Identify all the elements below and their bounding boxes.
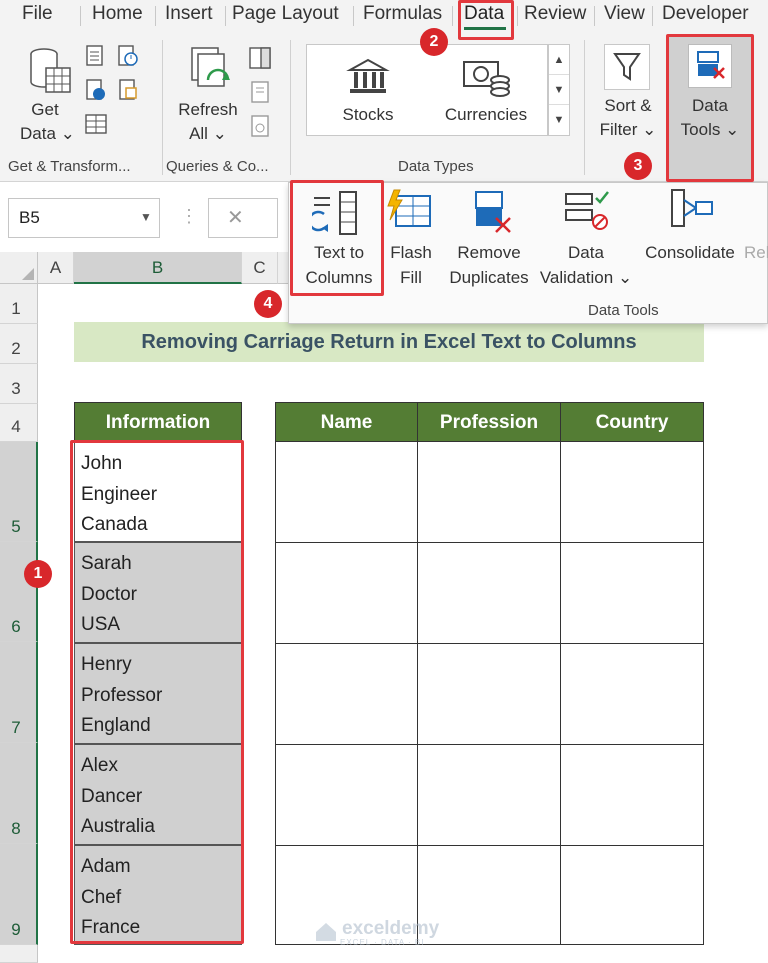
stocks-bank-icon [346, 58, 390, 93]
scroll-up-icon[interactable]: ▲ [549, 45, 569, 75]
cancel-entry-button[interactable]: ✕ [208, 198, 278, 238]
tab-developer[interactable]: Developer [662, 3, 749, 25]
tab-home[interactable]: Home [92, 3, 143, 25]
get-data-button[interactable]: Get Data ⌄ [20, 98, 75, 146]
column-header-b[interactable]: B [74, 252, 242, 284]
highlight-data-tools [666, 34, 754, 182]
output-cell[interactable] [275, 744, 418, 846]
scroll-down-icon[interactable]: ▼ [549, 75, 569, 105]
output-cell[interactable] [560, 744, 704, 846]
row-header-5[interactable]: 5 [0, 442, 38, 542]
header-name[interactable]: Name [275, 402, 418, 442]
recent-sources-icon[interactable] [116, 44, 140, 68]
highlight-info-range [70, 440, 244, 944]
callout-badge-4: 4 [254, 290, 282, 318]
filter-funnel-icon [613, 53, 641, 81]
tab-view[interactable]: View [604, 3, 645, 25]
row-header-2[interactable]: 2 [0, 324, 38, 364]
output-cell[interactable] [560, 643, 704, 745]
select-all-triangle-icon [22, 268, 34, 280]
from-web-icon[interactable] [84, 78, 108, 102]
output-cell[interactable] [560, 441, 704, 543]
edit-links-icon[interactable] [248, 114, 272, 138]
menu-bar: File Home Insert Page Layout Formulas Da… [0, 0, 768, 30]
exceldemy-logo-icon [316, 923, 336, 941]
row-header-8[interactable]: 8 [0, 743, 38, 844]
column-header-a[interactable]: A [38, 252, 74, 284]
callout-badge-1: 1 [24, 560, 52, 588]
data-validation-button[interactable]: Data Validation ⌄ [536, 240, 636, 290]
sheet-title: Removing Carriage Return in Excel Text t… [74, 322, 704, 362]
output-cell[interactable] [417, 643, 561, 745]
output-cell[interactable] [560, 845, 704, 945]
data-validation-icon [565, 191, 609, 230]
output-cell[interactable] [417, 441, 561, 543]
remove-duplicates-button[interactable]: Remove Duplicates [446, 240, 532, 290]
tab-insert[interactable]: Insert [165, 3, 213, 25]
output-cell[interactable] [275, 542, 418, 644]
watermark-tagline: EXCEL · DATA · BI [340, 938, 425, 947]
from-table-icon[interactable] [84, 112, 108, 136]
sort-filter-button[interactable]: Sort & Filter ⌄ [596, 94, 660, 142]
chevron-down-icon[interactable]: ▼ [140, 210, 152, 224]
header-profession[interactable]: Profession [417, 402, 561, 442]
group-get-transform: Get & Transform... [8, 158, 131, 175]
watermark-brand: exceldemy [342, 918, 440, 939]
refresh-all-button[interactable]: Refresh All ⌄ [176, 98, 240, 146]
tab-file[interactable]: File [22, 3, 53, 25]
more-dots-icon: ⋮ [180, 206, 198, 226]
tab-page-layout[interactable]: Page Layout [232, 3, 339, 25]
flash-fill-icon [387, 189, 431, 227]
queries-connections-icon[interactable] [248, 46, 272, 70]
data-types-scroll[interactable]: ▲ ▼ ▼ [548, 44, 570, 136]
currencies-button[interactable]: Currencies [440, 103, 532, 127]
callout-badge-2: 2 [420, 28, 448, 56]
existing-connections-icon[interactable] [116, 78, 140, 102]
row-header-3[interactable]: 3 [0, 364, 38, 404]
flash-fill-button[interactable]: Flash Fill [384, 240, 438, 290]
output-cell[interactable] [417, 542, 561, 644]
row-header-1[interactable]: 1 [0, 284, 38, 324]
highlight-data-tab [458, 0, 514, 40]
database-icon [30, 48, 71, 93]
highlight-text-to-columns [290, 180, 384, 296]
remove-duplicates-icon [475, 191, 511, 233]
tab-review[interactable]: Review [524, 3, 586, 25]
consolidate-icon [671, 189, 713, 227]
from-text-icon[interactable] [84, 44, 108, 68]
gallery-expand-icon[interactable]: ▼ [549, 105, 569, 135]
properties-icon[interactable] [248, 80, 272, 104]
refresh-icon [191, 47, 230, 87]
column-header-c[interactable]: C [242, 252, 278, 284]
consolidate-button[interactable]: Consolidate [642, 240, 738, 265]
output-cell[interactable] [275, 441, 418, 543]
row-header-7[interactable]: 7 [0, 642, 38, 743]
row-header-6[interactable]: 6 [0, 542, 38, 642]
stocks-button[interactable]: Stocks [332, 103, 404, 127]
group-queries: Queries & Co... [166, 158, 269, 175]
group-data-tools: Data Tools [588, 302, 659, 319]
name-box[interactable]: B5 [8, 198, 160, 238]
header-information[interactable]: Information [74, 402, 242, 442]
currencies-icon [463, 61, 510, 97]
output-cell[interactable] [417, 744, 561, 846]
row-header-4[interactable]: 4 [0, 404, 38, 442]
callout-badge-3: 3 [624, 152, 652, 180]
relationships-button[interactable]: Rel [744, 240, 768, 265]
tab-formulas[interactable]: Formulas [363, 3, 442, 25]
row-header-9[interactable]: 9 [0, 844, 38, 945]
output-cell[interactable] [275, 643, 418, 745]
output-cell[interactable] [560, 542, 704, 644]
header-country[interactable]: Country [560, 402, 704, 442]
group-data-types: Data Types [398, 158, 474, 175]
